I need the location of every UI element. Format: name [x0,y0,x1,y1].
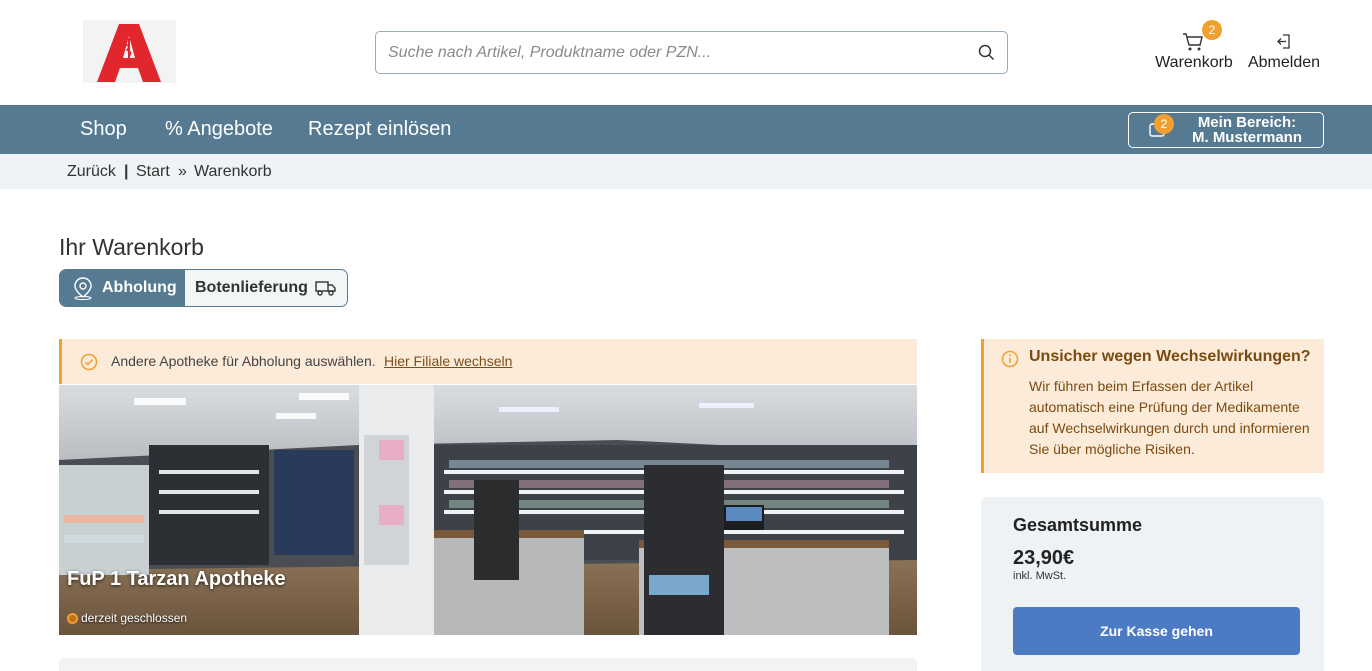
summary-tax-note: inkl. MwSt. [1013,570,1067,582]
cart-items-card [59,658,917,671]
breadcrumb-start[interactable]: Start [136,163,170,181]
delivery-option[interactable]: Botenlieferung [185,270,347,306]
breadcrumb-separator: | [124,163,129,180]
breadcrumb-back[interactable]: Zurück [67,163,116,181]
main-nav: Shop % Angebote Rezept einlösen 2 Mein B… [0,105,1372,154]
header: 2 Warenkorb Abmelden [0,0,1372,105]
switch-branch-link[interactable]: Hier Filiale wechseln [384,353,512,369]
cart-icon [1183,33,1203,51]
info-icon [1001,350,1019,368]
breadcrumb: Zurück | Start » Warenkorb [0,154,1372,189]
breadcrumb-current: Warenkorb [194,163,272,180]
pickup-label: Abholung [102,279,177,296]
order-summary: Gesamtsumme 23,90€ inkl. MwSt. Zur Kasse… [981,497,1324,671]
search-icon[interactable] [978,44,995,61]
check-circle-icon [80,353,98,371]
cart-label: Warenkorb [1155,54,1233,71]
account-line1: Mein Bereich: [1197,114,1297,131]
logout-button[interactable]: Abmelden [1244,28,1324,72]
nav-item-prescription[interactable]: Rezept einlösen [308,118,451,141]
breadcrumb-arrow: » [178,163,187,180]
notice-text: Andere Apotheke für Abholung auswählen. [111,353,376,369]
pharmacy-switch-notice: Andere Apotheke für Abholung auswählen. … [59,339,917,384]
apotheke-a-icon [97,24,161,82]
location-pin-icon [74,277,92,300]
account-badge: 2 [1154,114,1174,134]
search-box [375,31,1008,74]
logout-icon-wrap [1244,28,1324,49]
logout-icon [1277,34,1290,49]
apotheke-logo[interactable] [83,20,176,83]
checkout-button[interactable]: Zur Kasse gehen [1013,607,1300,655]
summary-title: Gesamtsumme [1013,515,1143,535]
delivery-mode-toggle: Abholung Botenlieferung [59,269,348,307]
my-account-button[interactable]: 2 Mein Bereich: M. Mustermann [1128,112,1324,148]
page-title: Ihr Warenkorb [59,234,204,260]
truck-icon [315,281,336,296]
interaction-warning: Unsicher wegen Wechselwirkungen? Wir füh… [981,339,1324,473]
cart-button[interactable]: 2 Warenkorb [1152,20,1236,72]
nav-item-offers[interactable]: % Angebote [165,118,273,141]
nav-item-shop[interactable]: Shop [80,118,127,141]
pharmacy-interior-photo [59,385,917,635]
warning-title: Unsicher wegen Wechselwirkungen? [1029,348,1311,365]
pharmacy-name: FuP 1 Tarzan Apotheke [67,568,286,590]
cart-icon-wrap: 2 [1152,20,1236,51]
summary-total: 23,90€ [1013,547,1075,569]
account-line2: M. Mustermann [1191,129,1302,146]
warning-body: Wir führen beim Erfassen der Artikel aut… [1029,378,1310,457]
search-input[interactable] [377,33,957,72]
account-label: Mein Bereich: M. Mustermann [1177,115,1317,145]
pharmacy-status: derzeit geschlossen [81,611,188,625]
pharmacy-image: FuP 1 Tarzan Apotheke derzeit geschlosse… [59,385,917,635]
closed-status-dot [67,613,78,624]
pickup-option[interactable]: Abholung [60,270,185,306]
cart-count-badge: 2 [1202,20,1222,40]
logout-label: Abmelden [1247,54,1321,71]
delivery-label: Botenlieferung [195,279,308,296]
